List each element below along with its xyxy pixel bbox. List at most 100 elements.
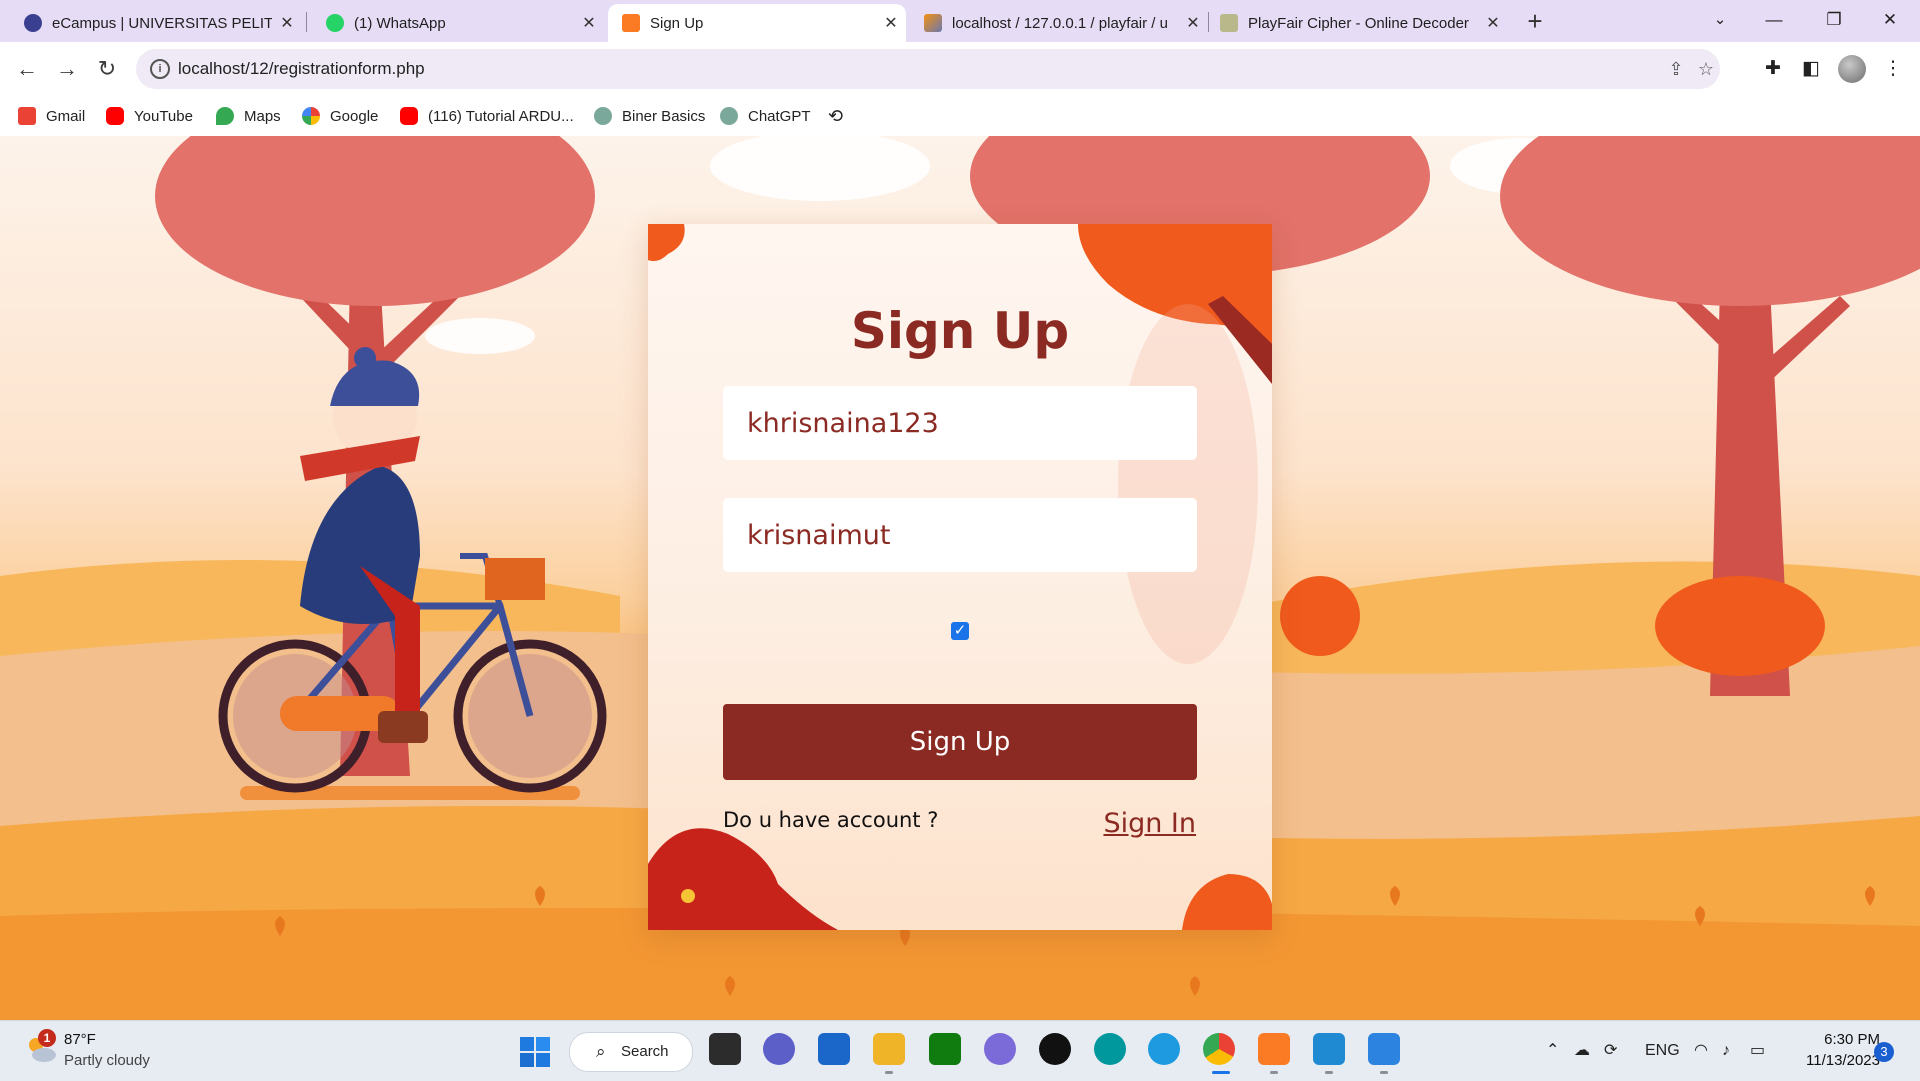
maps-icon <box>216 107 234 125</box>
checkbox[interactable]: ✓ <box>951 622 969 640</box>
store-icon[interactable] <box>818 1033 850 1065</box>
close-window-button[interactable]: ✕ <box>1862 0 1918 40</box>
bookmark-label: Google <box>330 107 379 125</box>
tab-sign-up[interactable]: Sign Up ✕ <box>608 4 906 42</box>
bookmark-label: Maps <box>244 107 281 125</box>
chat-icon[interactable] <box>763 1033 795 1065</box>
file-explorer-icon[interactable] <box>873 1033 905 1065</box>
forward-button[interactable]: → <box>50 52 84 86</box>
arduino-icon[interactable] <box>1094 1033 1126 1065</box>
notification-badge[interactable]: 3 <box>1874 1042 1894 1062</box>
chevron-up-icon[interactable]: ⌃ <box>1546 1021 1559 1081</box>
bookmark-label: YouTube <box>134 107 193 125</box>
close-icon[interactable]: ✕ <box>876 13 906 33</box>
close-icon[interactable]: ✕ <box>1178 13 1208 33</box>
profile-avatar[interactable] <box>1838 55 1866 83</box>
bookmark-chatgpt[interactable]: ChatGPT <box>720 96 811 136</box>
site-info-icon[interactable]: i <box>150 59 170 79</box>
new-tab-button[interactable]: + <box>1520 6 1550 36</box>
wifi-icon[interactable]: ◠ <box>1694 1021 1708 1081</box>
bookmark-gmail[interactable]: Gmail <box>18 96 85 136</box>
copilot-icon[interactable] <box>984 1033 1016 1065</box>
close-icon[interactable]: ✕ <box>272 13 302 33</box>
ecampus-icon <box>24 14 42 32</box>
share-icon[interactable]: ⇪ <box>1662 55 1690 83</box>
tab-title: Sign Up <box>650 14 704 32</box>
tab-title: (1) WhatsApp <box>354 14 446 32</box>
notepad-icon[interactable] <box>1368 1033 1400 1065</box>
bookmarks-bar: Gmail YouTube Maps Google (116) Tutorial… <box>0 96 1920 137</box>
tab-divider <box>1208 12 1209 32</box>
username-field[interactable] <box>723 386 1197 460</box>
tab-whatsapp[interactable]: (1) WhatsApp ✕ <box>306 4 604 42</box>
close-icon[interactable]: ✕ <box>574 13 604 33</box>
bookmark-youtube[interactable]: YouTube <box>106 96 193 136</box>
clock-time[interactable]: 6:30 PM <box>1800 1031 1880 1048</box>
reload-button[interactable]: ↻ <box>90 52 124 86</box>
address-bar[interactable]: i localhost/12/registrationform.php ⇪ ☆ <box>136 49 1720 89</box>
onedrive-icon[interactable]: ☁ <box>1574 1021 1590 1081</box>
bookmark-maps[interactable]: Maps <box>216 96 281 136</box>
running-indicator <box>1270 1071 1278 1074</box>
tab-strip: eCampus | UNIVERSITAS PELITA ✕ (1) Whats… <box>0 0 1920 42</box>
clock-date[interactable]: 11/13/2023 <box>1790 1052 1880 1069</box>
whatsapp-icon <box>326 14 344 32</box>
xbox-icon[interactable] <box>929 1033 961 1065</box>
extensions-icon[interactable]: ✚ <box>1758 54 1788 84</box>
phpmyadmin-icon <box>924 14 942 32</box>
chrome-icon[interactable] <box>1203 1033 1235 1065</box>
minimize-button[interactable]: — <box>1746 0 1802 40</box>
running-indicator <box>1325 1071 1333 1074</box>
xampp-icon <box>622 14 640 32</box>
history-icon[interactable]: ⟲ <box>828 96 843 136</box>
language-indicator[interactable]: ENG <box>1645 1021 1680 1081</box>
tiktok-icon[interactable] <box>1039 1033 1071 1065</box>
temperature: 87°F <box>64 1031 96 1048</box>
signup-card: Sign Up ✓ Sign Up Do u have account ? Si… <box>648 224 1272 930</box>
volume-icon[interactable]: ♪ <box>1722 1021 1730 1081</box>
search-label: Search <box>621 1043 669 1060</box>
bookmark-label: Biner Basics <box>622 107 706 125</box>
youtube-icon <box>106 107 124 125</box>
side-panel-icon[interactable]: ◧ <box>1796 54 1826 84</box>
close-icon[interactable]: ✕ <box>1478 13 1508 33</box>
taskbar-search[interactable]: ⌕ Search <box>569 1032 693 1072</box>
windows-start-icon[interactable] <box>520 1037 550 1067</box>
tab-playfair-decoder[interactable]: PlayFair Cipher - Online Decoder ✕ <box>1210 4 1508 42</box>
youtube-icon <box>400 107 418 125</box>
bookmark-star-icon[interactable]: ☆ <box>1692 55 1720 83</box>
search-icon: ⌕ <box>596 1042 606 1061</box>
running-indicator <box>1380 1071 1388 1074</box>
dcode-icon <box>1220 14 1238 32</box>
vscode-icon[interactable] <box>1313 1033 1345 1065</box>
back-button[interactable]: ← <box>10 52 44 86</box>
xampp-icon[interactable] <box>1258 1033 1290 1065</box>
menu-icon[interactable]: ⋮ <box>1878 54 1908 84</box>
weather-alert-badge: 1 <box>38 1029 56 1047</box>
bookmark-google[interactable]: Google <box>302 96 378 136</box>
bookmark-tutorial-arduino[interactable]: (116) Tutorial ARDU... <box>400 96 574 136</box>
chatgpt-icon <box>594 107 612 125</box>
page-viewport: Sign Up ✓ Sign Up Do u have account ? Si… <box>0 136 1920 1020</box>
tab-title: PlayFair Cipher - Online Decoder <box>1248 14 1469 32</box>
account-question: Do u have account ? <box>723 808 939 832</box>
battery-icon[interactable]: ▭ <box>1750 1021 1765 1081</box>
browser-toolbar: ← → ↻ i localhost/12/registrationform.ph… <box>0 42 1920 96</box>
edge-icon[interactable] <box>1148 1033 1180 1065</box>
sign-up-button[interactable]: Sign Up <box>723 704 1197 780</box>
password-field[interactable] <box>723 498 1197 572</box>
sign-in-link[interactable]: Sign In <box>1103 808 1196 839</box>
tab-title: localhost / 127.0.0.1 / playfair / u <box>952 14 1168 32</box>
sync-icon[interactable]: ⟳ <box>1604 1021 1617 1081</box>
tab-title: eCampus | UNIVERSITAS PELITA <box>52 14 272 32</box>
bookmark-label: (116) Tutorial ARDU... <box>428 107 574 125</box>
active-indicator <box>1212 1071 1230 1074</box>
tab-phpmyadmin[interactable]: localhost / 127.0.0.1 / playfair / u ✕ <box>910 4 1208 42</box>
task-view-icon[interactable] <box>709 1033 741 1065</box>
bookmark-biner-basics[interactable]: Biner Basics <box>594 96 705 136</box>
restore-button[interactable]: ❐ <box>1806 0 1862 40</box>
bookmark-label: Gmail <box>46 107 86 125</box>
tab-ecampus[interactable]: eCampus | UNIVERSITAS PELITA ✕ <box>0 4 302 42</box>
tab-search-chevron-icon[interactable]: ⌄ <box>1692 0 1748 40</box>
windows-taskbar: 1 87°F Partly cloudy ⌕ Search ⌃ ☁ ⟳ ENG … <box>0 1020 1920 1081</box>
